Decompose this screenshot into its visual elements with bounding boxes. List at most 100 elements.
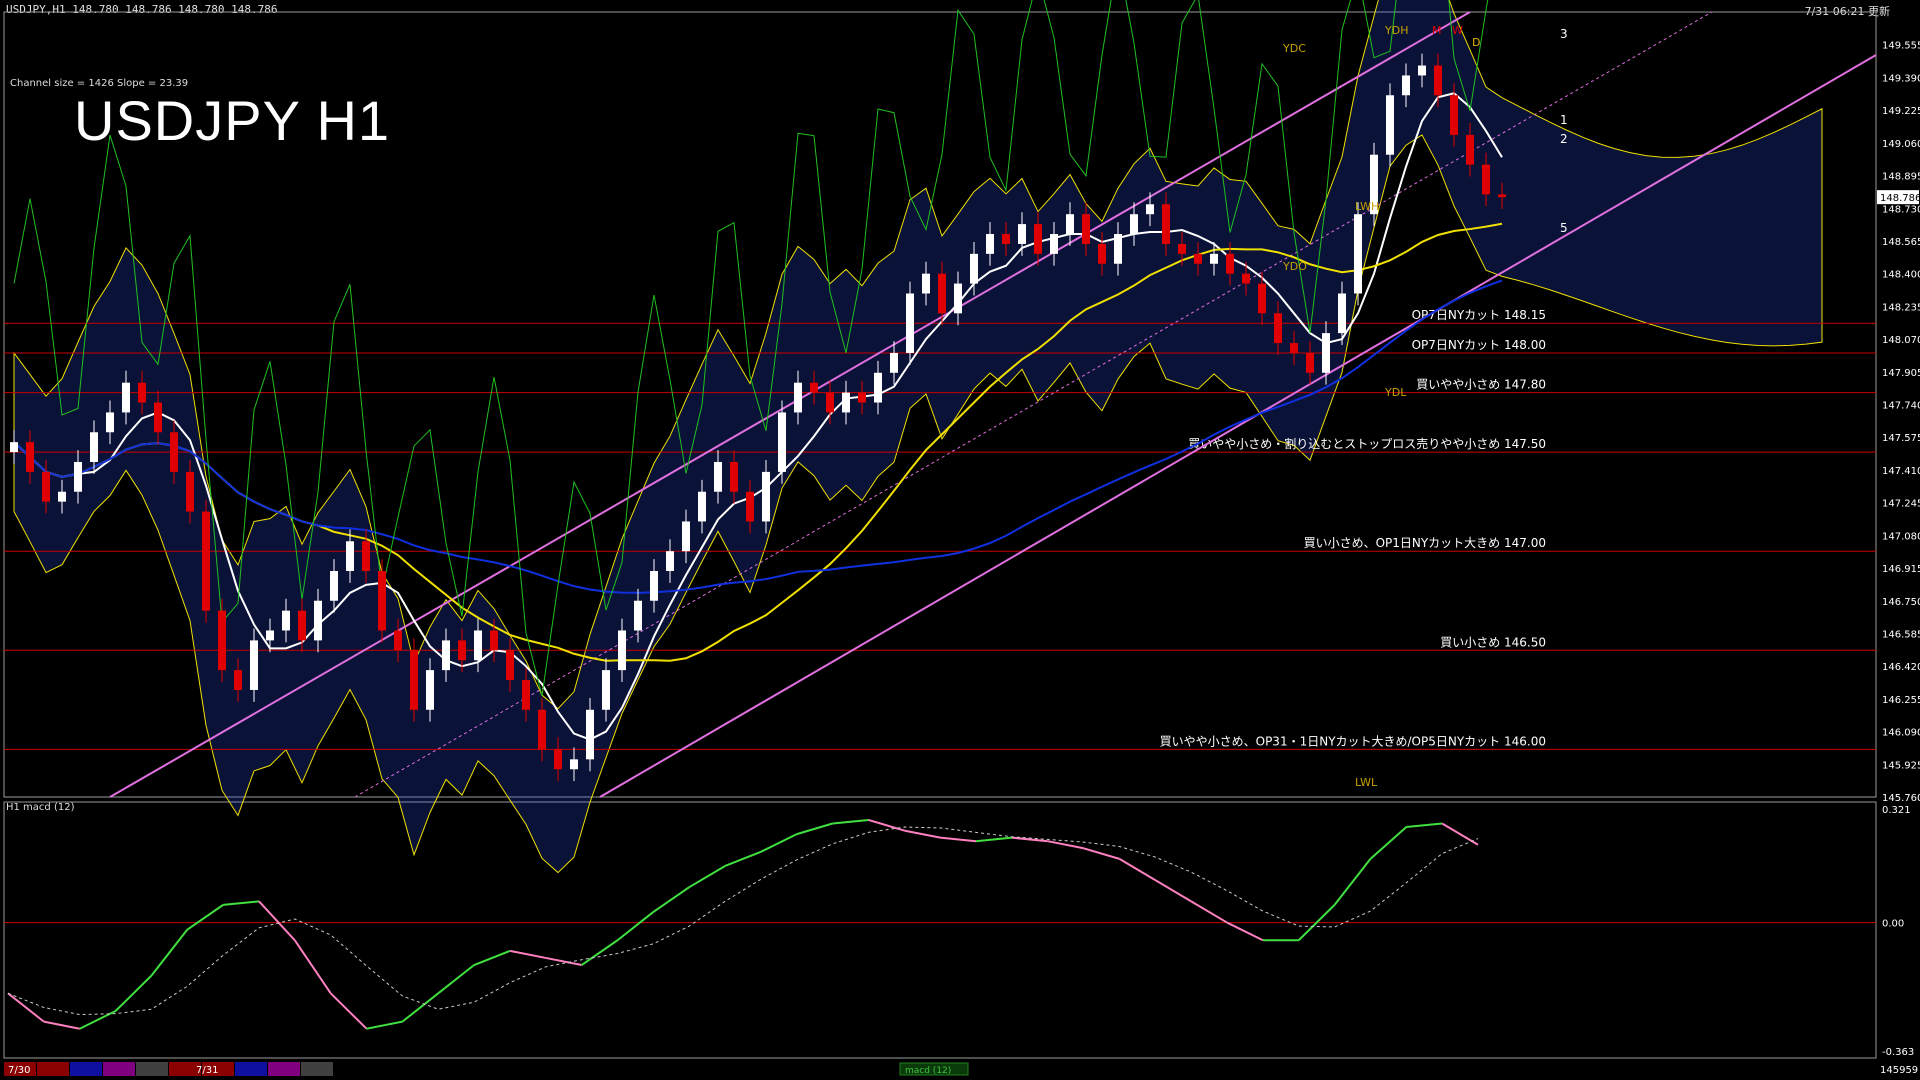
macd-segment: [545, 956, 582, 967]
macd-segment: [186, 904, 224, 931]
macd-segment: [724, 850, 762, 867]
price-tick-label: 145.925: [1882, 760, 1920, 771]
candle: [1498, 194, 1506, 198]
macd-segment: [329, 992, 368, 1030]
macd-segment: [1190, 900, 1228, 924]
price-tick-label: 148.730: [1882, 204, 1920, 215]
macd-segment: [940, 836, 977, 843]
candle: [1098, 243, 1106, 264]
candle: [1306, 352, 1314, 373]
candle: [1082, 214, 1090, 244]
candle: [138, 382, 146, 403]
candle: [506, 650, 514, 681]
candle: [1114, 234, 1122, 264]
candle: [1274, 313, 1282, 344]
projection-label: 1: [1560, 113, 1568, 127]
candle: [202, 511, 210, 611]
macd-segment: [1406, 822, 1443, 829]
level-label: 買い小さめ 146.50: [1440, 635, 1546, 649]
macd-segment: [1047, 840, 1084, 850]
macd-segment: [294, 939, 332, 994]
price-tick-label: 146.750: [1882, 597, 1920, 608]
candle: [762, 471, 770, 522]
candle: [1386, 95, 1394, 155]
candle: [794, 382, 802, 413]
candle: [634, 600, 642, 631]
macd-segment: [473, 949, 511, 966]
macd-segment: [581, 939, 619, 966]
candle: [986, 234, 994, 254]
candle: [1130, 214, 1138, 235]
price-tick-label: 147.740: [1882, 401, 1920, 412]
candle: [1050, 234, 1058, 254]
time-label: 7/31: [196, 1065, 218, 1076]
time-last-tick: 145959: [1880, 1065, 1918, 1076]
candle: [298, 610, 306, 641]
macd-segment: [688, 865, 726, 889]
candle: [90, 432, 98, 462]
candle: [570, 759, 578, 770]
macd-segment: [79, 1010, 117, 1030]
session-bar: [235, 1062, 267, 1076]
level-label: 買いやや小さめ、OP31・1日NYカット大きめ/OP5日NYカット 146.00: [1160, 734, 1546, 748]
macd-segment: [1441, 822, 1479, 846]
candle: [234, 670, 242, 690]
level-label: 買いやや小さめ 147.80: [1416, 378, 1546, 392]
macd-segment: [437, 964, 475, 995]
candle: [538, 709, 546, 750]
macd-signal-line: [7, 826, 1479, 1016]
candle: [970, 253, 978, 284]
pivot-label: D: [1472, 36, 1480, 49]
level-label: 買いやや小さめ・割り込むとストップロス売りやや小さめ 147.50: [1188, 436, 1546, 451]
candle: [58, 491, 66, 502]
price-tick-label: 145.760: [1882, 793, 1920, 804]
candle: [314, 600, 322, 641]
macd-segment: [1083, 847, 1120, 860]
candle: [1002, 234, 1010, 244]
candle: [1402, 75, 1410, 96]
projection-label: 3: [1560, 27, 1568, 41]
macd-segment: [975, 836, 1013, 843]
candle: [154, 402, 162, 433]
channel-mid: [354, 11, 1713, 798]
chart-canvas[interactable]: OP7日NYカット 148.15 OP7日NYカット 148.00 買いやや小さめ …: [0, 0, 1920, 1080]
macd-segment: [616, 911, 654, 942]
macd-segment: [868, 819, 905, 832]
candle: [426, 670, 434, 710]
candle: [1338, 293, 1346, 334]
candle: [106, 412, 114, 433]
price-tick-label: 148.895: [1882, 172, 1920, 183]
candle: [1418, 65, 1426, 76]
price-tick-label: 148.070: [1882, 335, 1920, 346]
candle: [858, 392, 866, 403]
price-tick-label: 149.225: [1882, 106, 1920, 117]
candle: [618, 630, 626, 671]
candle: [714, 461, 722, 492]
macd-segment: [43, 1020, 80, 1030]
macd-segment: [114, 974, 153, 1012]
candle: [1450, 95, 1458, 135]
macd-tick-label: -0.363: [1882, 1047, 1914, 1058]
current-price-label: 148.786: [1880, 193, 1920, 204]
pivot-label: YDL: [1384, 386, 1407, 399]
price-tick-label: 146.420: [1882, 662, 1920, 673]
candle: [74, 461, 82, 492]
candle: [890, 352, 898, 373]
candle: [26, 442, 34, 472]
candle: [410, 650, 418, 710]
candle: [1018, 224, 1026, 244]
macd-segment: [652, 886, 690, 913]
price-tick-label: 147.905: [1882, 368, 1920, 379]
pivot-label: LWL: [1355, 776, 1378, 789]
session-bar: [103, 1062, 135, 1076]
candle: [1242, 273, 1250, 284]
candle: [778, 412, 786, 472]
macd-segment: [509, 949, 546, 959]
candle: [554, 749, 562, 770]
macd-segment: [366, 1020, 403, 1030]
time-label: 7/30: [8, 1065, 30, 1076]
candle: [282, 610, 290, 631]
candle: [954, 283, 962, 314]
candle: [186, 471, 194, 512]
candle: [810, 382, 818, 393]
